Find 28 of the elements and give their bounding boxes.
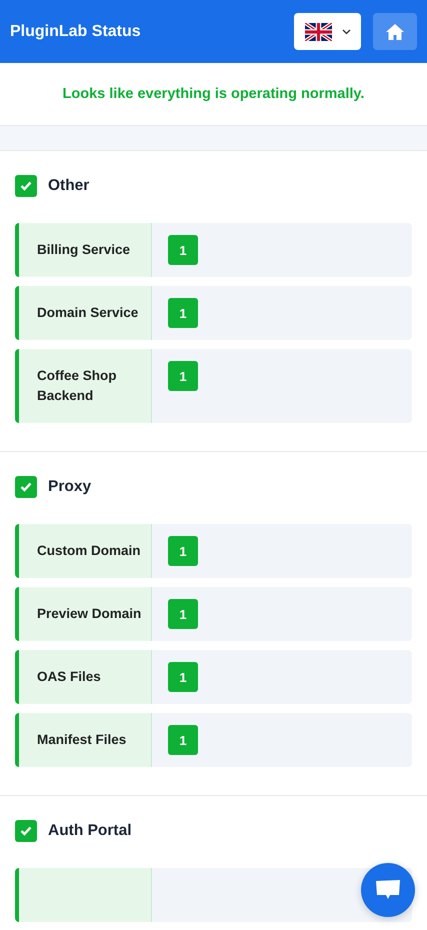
service-name: Coffee Shop Backend <box>37 367 118 405</box>
chat-icon <box>375 879 401 901</box>
status-badge: 1 <box>168 298 198 328</box>
home-icon <box>386 24 404 40</box>
caret-icon <box>342 28 350 34</box>
status-badge: 1 <box>168 725 198 755</box>
status-badge: 1 <box>168 599 198 629</box>
site-title: PluginLab Status <box>10 22 142 40</box>
service-name: Billing Service <box>37 241 130 259</box>
service-name: OAS Files <box>37 668 101 686</box>
check-icon <box>20 181 32 191</box>
status-badge: 1 <box>168 536 198 566</box>
section-title: Proxy <box>48 478 92 496</box>
status-badge: 1 <box>168 361 198 391</box>
status-badge: 1 <box>168 662 198 692</box>
service-name: Preview Domain <box>37 605 142 623</box>
flag-icon <box>304 22 332 40</box>
check-icon <box>20 826 32 836</box>
language-selector[interactable] <box>294 13 361 50</box>
service-name: Custom Domain <box>37 542 141 560</box>
status-message: Looks like everything is operating normally. <box>62 86 364 102</box>
service-name: Domain Service <box>37 304 138 322</box>
section-title: Auth Portal <box>48 822 132 840</box>
section-title: Other <box>48 177 90 195</box>
home-button[interactable] <box>373 13 417 50</box>
check-icon <box>20 482 32 492</box>
status-badge: 1 <box>168 235 198 265</box>
service-name: Manifest Files <box>37 731 126 749</box>
